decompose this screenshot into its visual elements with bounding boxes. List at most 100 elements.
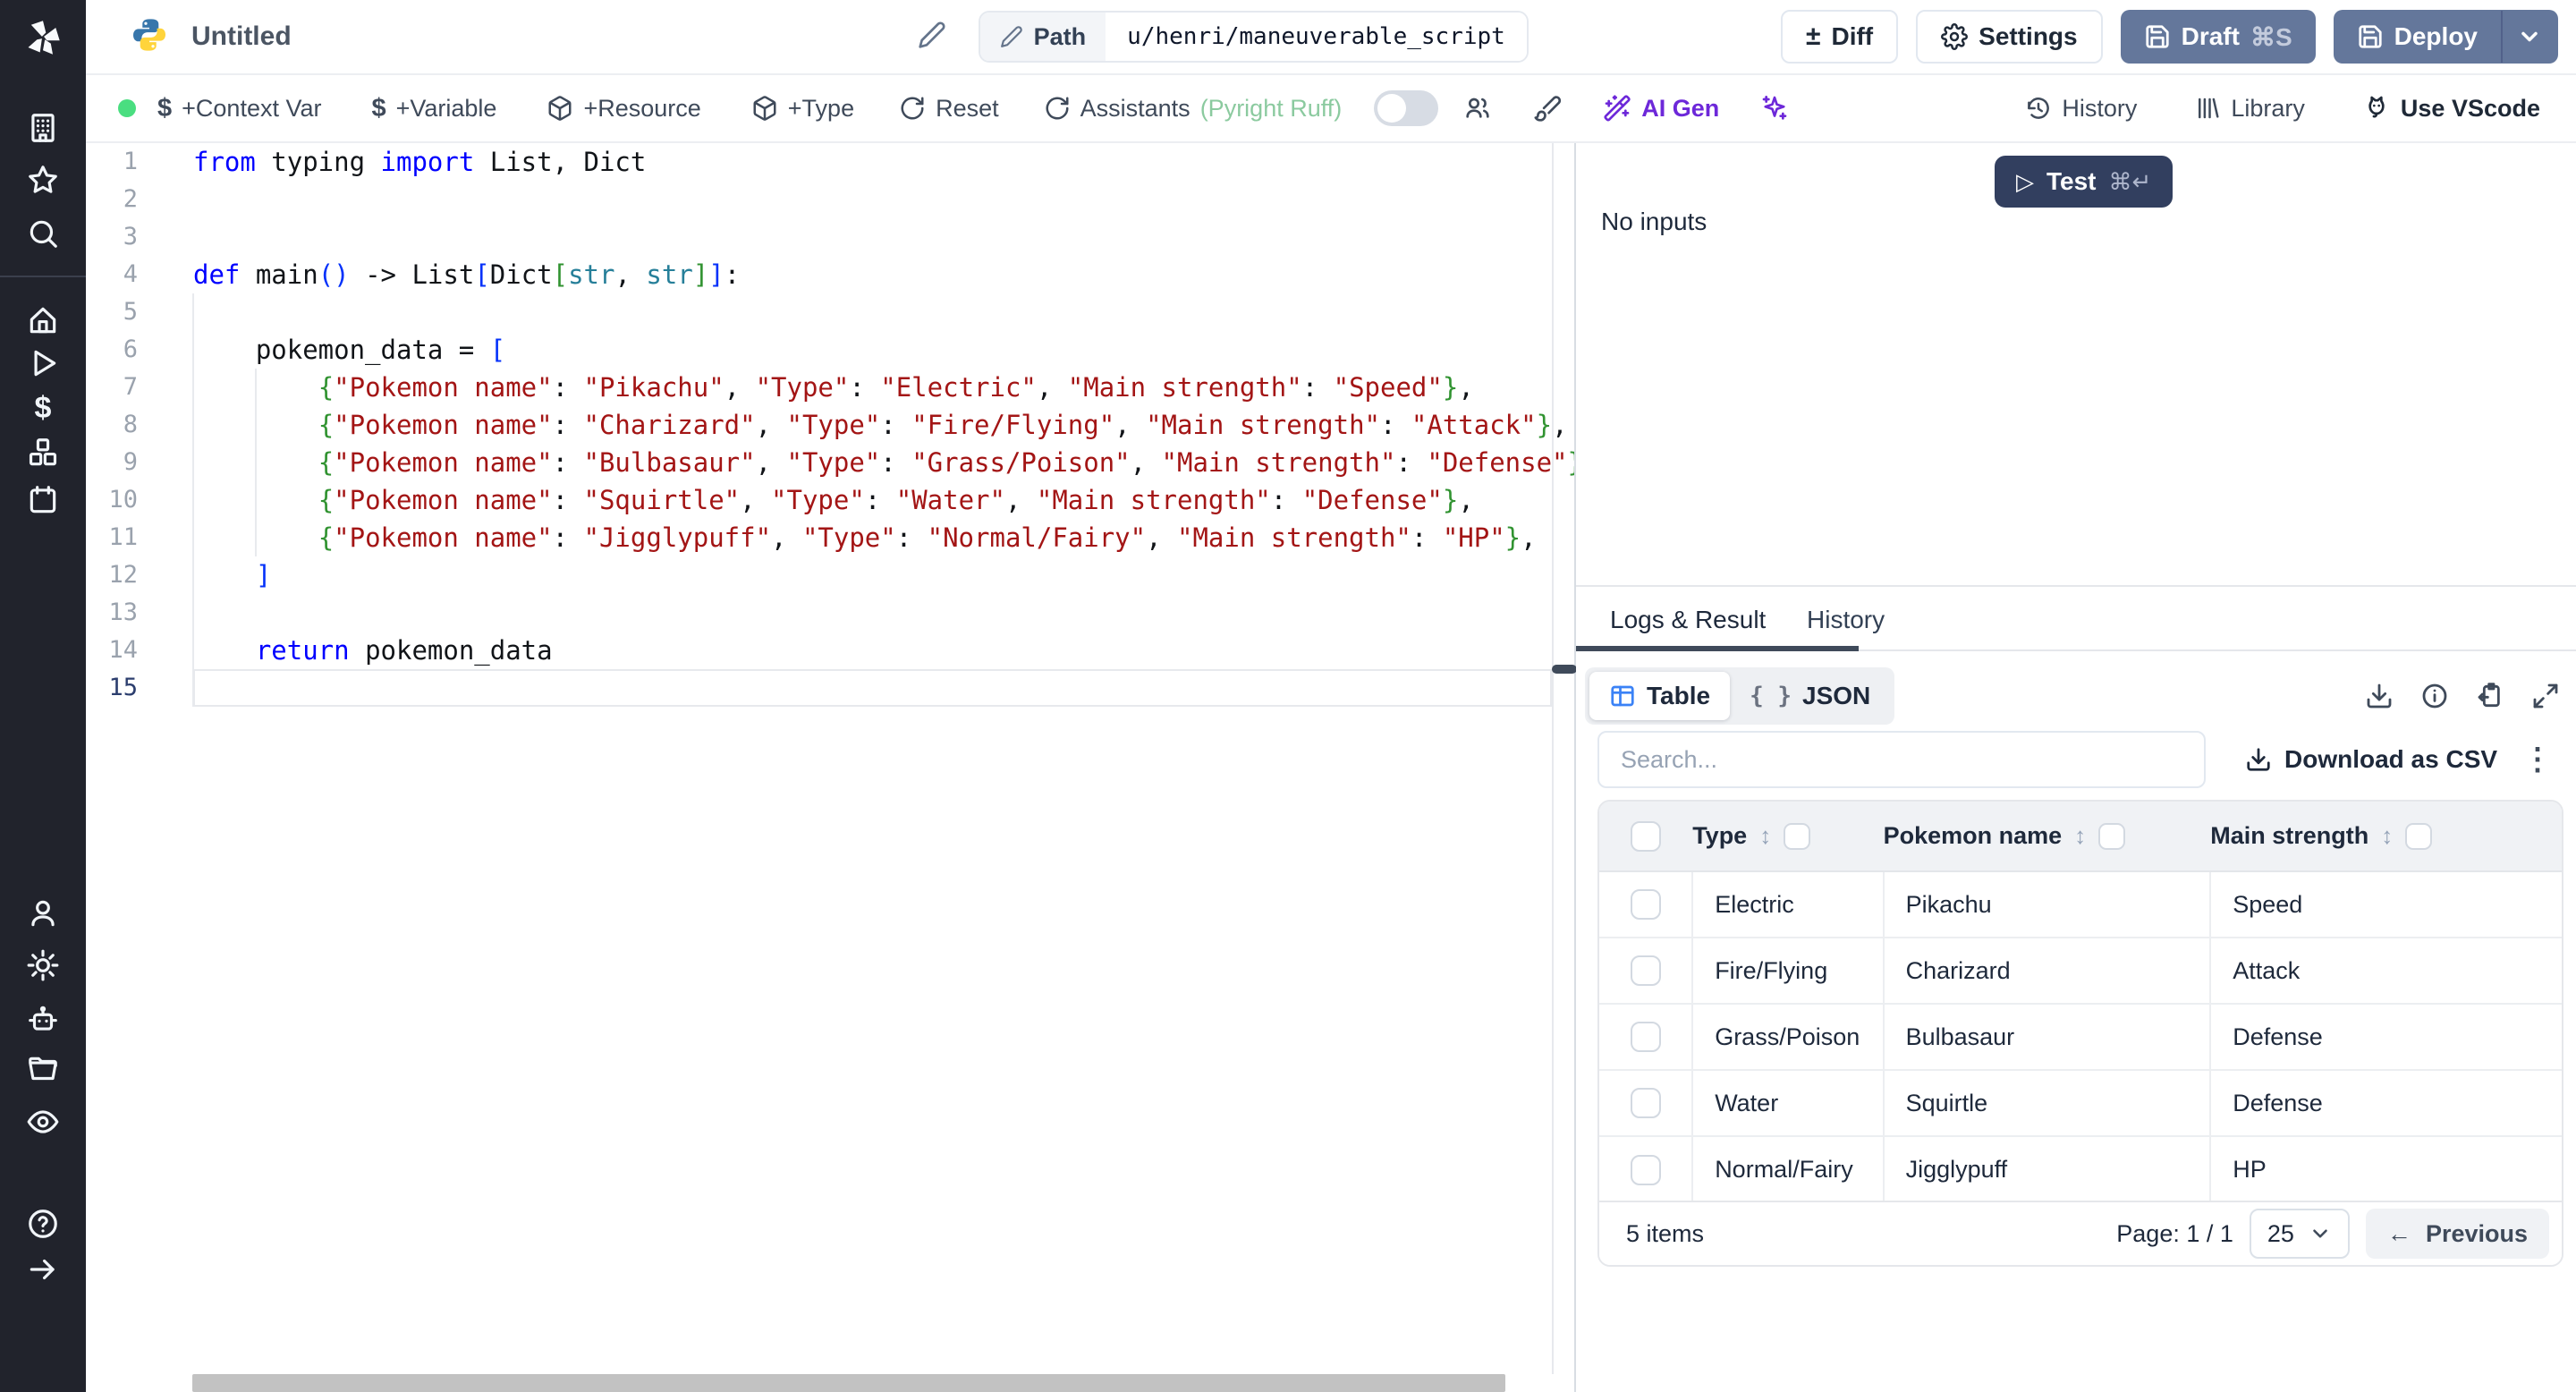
sort-icon[interactable]: ↕ [2074,822,2086,850]
refresh-icon [901,97,924,120]
sidebar-item-users[interactable] [0,894,86,933]
add-context-var-button[interactable]: $ +Context Var [157,94,321,123]
add-type-button[interactable]: +Type [751,95,854,123]
code-line-5: 5 [86,293,1552,331]
sidebar-item-settings[interactable] [0,946,86,985]
add-variable-button[interactable]: $ +Variable [371,94,496,123]
sidebar-item-variables[interactable]: $ [0,388,86,428]
table-cell: Defense [2209,1070,2562,1137]
line-number: 7 [123,373,138,401]
code-line-15: 15 [86,669,1552,707]
multiplayer-users-icon[interactable] [1463,94,1492,123]
editor-horizontal-scrollbar[interactable] [192,1374,1505,1392]
sidebar-item-runs[interactable] [0,344,86,383]
sidebar-item-home[interactable] [0,301,86,340]
table-menu-kebab-icon[interactable]: ⋮ [2522,742,2553,777]
left-sidebar: $ [0,0,86,1392]
tab-logs-and-result[interactable]: Logs & Result [1610,589,1766,651]
python-language-icon [131,16,168,58]
editor-toolbar: $ +Context Var $ +Variable +Resource +Ty… [86,75,2576,143]
chevron-down-icon[interactable] [2517,24,2542,49]
sidebar-item-workers[interactable] [0,999,86,1039]
row-checkbox[interactable] [1630,1154,1661,1185]
deploy-split-divider [2501,11,2503,63]
script-path-field[interactable]: Path u/henri/maneuverable_script [978,11,1529,63]
sparkles-icon [1762,96,1787,120]
code-content: {"Pokemon name": "Pikachu", "Type": "Ele… [318,372,1474,403]
active-tab-underline [1576,646,1859,651]
code-content: def main() -> List[Dict[str, str]]: [193,259,741,290]
no-inputs-label: No inputs [1601,208,1707,235]
line-number: 11 [108,523,138,551]
result-table: Type ↕ Pokemon name ↕ Main strength ↕ El… [1599,802,2562,1202]
panel-resize-handle[interactable] [1552,665,1577,674]
page-size-select[interactable]: 25 [2249,1209,2350,1259]
table-cell: Bulbasaur [1882,1004,2211,1071]
sidebar-item-schedules[interactable] [0,480,86,520]
add-resource-button[interactable]: +Resource [547,95,701,123]
view-toggle-json[interactable]: { } JSON [1730,672,1890,720]
magic-wand-icon [1604,95,1631,122]
row-checkbox[interactable] [1630,1022,1661,1052]
table-cell: Attack [2209,938,2562,1005]
row-checkbox[interactable] [1630,955,1661,986]
sidebar-item-audit-logs[interactable] [0,1102,86,1142]
table-row: Grass/Poison Bulbasaur Defense [1599,1004,2562,1071]
code-content: {"Pokemon name": "Charizard", "Type": "F… [318,410,1568,440]
column-header-main-strength: Main strength [2210,822,2369,849]
sidebar-collapse-arrow[interactable] [0,1250,86,1289]
save-icon [2359,25,2382,48]
history-button[interactable]: History [2025,95,2137,123]
column-filter-checkbox[interactable] [2405,822,2433,850]
result-table-card: Type ↕ Pokemon name ↕ Main strength ↕ El… [1597,800,2563,1267]
sidebar-item-favorites[interactable] [0,160,86,199]
settings-button[interactable]: Settings [1916,10,2103,64]
ai-gen-button[interactable]: AI Gen [1603,94,1719,123]
view-toggle: Table { } JSON [1585,667,1895,725]
previous-page-button[interactable]: ← Previous [2365,1209,2549,1259]
code-content [193,218,1552,256]
download-csv-button[interactable]: Download as CSV [2245,745,2497,774]
code-line-6: 6 pokemon_data = [ [86,331,1552,369]
sidebar-item-workspace[interactable] [0,108,86,148]
row-checkbox[interactable] [1630,1088,1661,1118]
sort-icon[interactable]: ↕ [2381,822,2393,850]
format-brush-icon[interactable] [1533,94,1562,123]
test-button[interactable]: ▷ Test ⌘↵ [1995,156,2174,208]
info-icon[interactable] [2420,682,2449,710]
line-number: 4 [123,260,138,288]
download-result-icon[interactable] [2365,682,2394,710]
sidebar-item-resources[interactable] [0,433,86,472]
run-result-panel: ▷ Test ⌘↵ No inputs Logs & Result Histor… [1576,143,2576,1392]
search-input[interactable] [1597,731,2206,788]
sidebar-item-folders[interactable] [0,1050,86,1090]
tab-history[interactable]: History [1807,589,1885,651]
row-checkbox[interactable] [1630,889,1661,920]
view-toggle-table[interactable]: Table [1589,672,1731,720]
table-row: Normal/Fairy Jigglypuff HP [1599,1136,2562,1202]
table-cell: Defense [2209,1004,2562,1071]
select-all-checkbox[interactable] [1631,820,1662,852]
sidebar-item-search[interactable] [0,214,86,253]
use-vscode-button[interactable]: Use VScode [2362,94,2540,123]
draft-button[interactable]: Draft ⌘S [2120,10,2316,64]
expand-fullscreen-icon[interactable] [2531,682,2560,710]
column-filter-checkbox[interactable] [2098,822,2126,850]
reset-button[interactable]: Reset [899,95,999,123]
code-line-14: 14 return pokemon_data [86,632,1552,669]
column-filter-checkbox[interactable] [1784,822,1811,850]
diff-button[interactable]: ± Diff [1781,10,1899,64]
assistants-toggle[interactable] [1374,90,1439,126]
edit-title-pencil-icon[interactable] [918,21,946,54]
sidebar-item-help[interactable] [0,1204,86,1243]
ai-sparkles-icon[interactable] [1760,94,1789,123]
code-editor[interactable]: 1 from typing import List, Dict 2 3 4 def mai… [86,143,1598,1374]
assistants-button[interactable]: Assistants (Pyright Ruff) [1044,95,1342,123]
copy-to-clipboard-icon[interactable] [2476,682,2504,710]
result-tabs: Logs & Result History [1576,589,2576,651]
deploy-button[interactable]: Deploy [2333,10,2558,64]
result-view-toolbar: Table { } JSON [1576,667,2576,725]
windmill-logo[interactable] [0,13,86,63]
library-button[interactable]: Library [2194,95,2305,123]
sort-icon[interactable]: ↕ [1759,822,1771,850]
